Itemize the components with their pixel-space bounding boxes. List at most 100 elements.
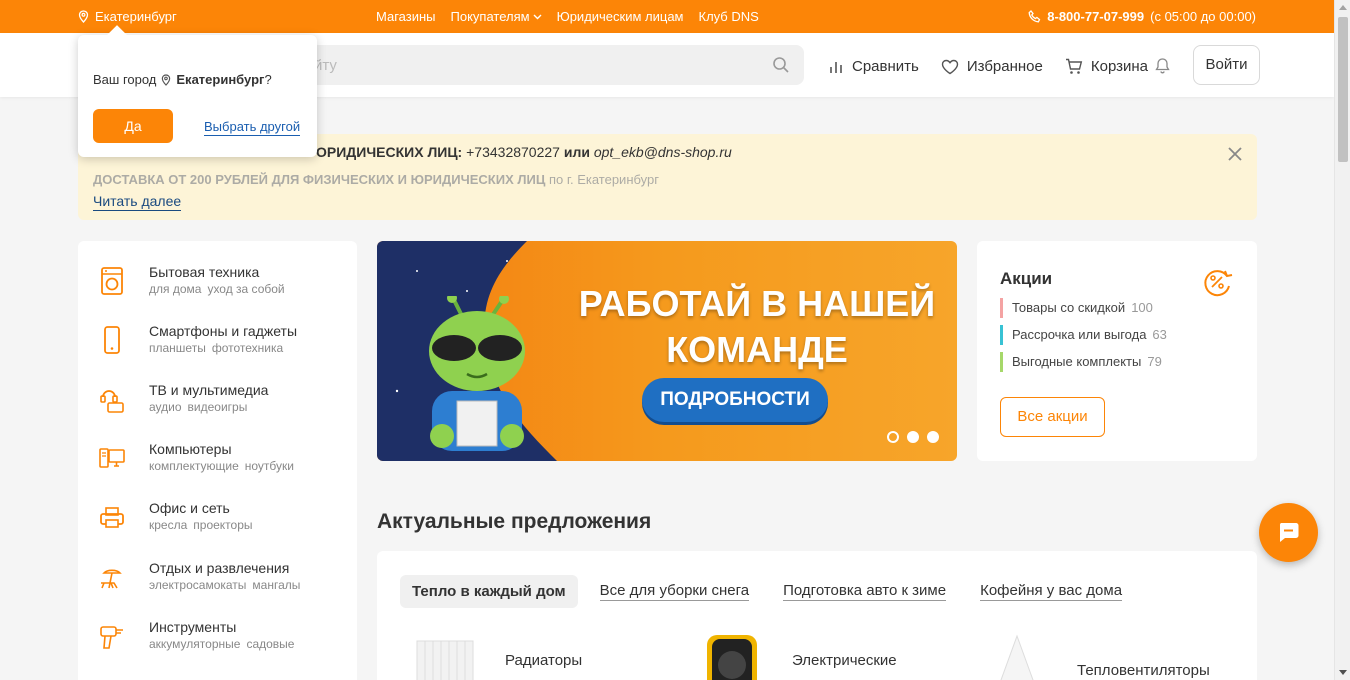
read-more-link[interactable]: Читать далее bbox=[93, 193, 182, 211]
catalog-item-smartphones[interactable]: Смартфоны и гаджеты планшеты фототехника bbox=[98, 322, 348, 372]
heat-gun-image bbox=[707, 635, 757, 680]
nav-legal[interactable]: Юридическим лицам bbox=[557, 9, 684, 24]
offers-panel: Тепло в каждый дом Все для уборки снега … bbox=[377, 551, 1257, 680]
city-question-city: Екатеринбург bbox=[176, 72, 265, 87]
close-icon[interactable] bbox=[1227, 146, 1243, 162]
catalog-item-office[interactable]: Офис и сеть кресла проекторы bbox=[98, 499, 348, 549]
catalog-sub[interactable]: фототехника bbox=[212, 341, 283, 355]
banner-title-line-1: РАБОТАЙ В НАШЕЙ bbox=[578, 283, 936, 324]
favorites-label: Избранное bbox=[966, 58, 1043, 75]
product-fan-heaters[interactable]: Тепловентиляторы bbox=[977, 631, 1210, 680]
catalog-sub[interactable]: планшеты bbox=[149, 341, 206, 355]
promo-count: 100 bbox=[1131, 300, 1153, 315]
promo-marker bbox=[1000, 298, 1003, 318]
top-nav: Магазины Покупателям Юридическим лицам К… bbox=[376, 9, 759, 24]
catalog-item-title: Отдых и развлечения bbox=[149, 560, 290, 576]
catalog-sub[interactable]: садовые bbox=[246, 637, 294, 651]
nav-stores[interactable]: Магазины bbox=[376, 9, 436, 24]
chevron-down-icon bbox=[533, 14, 542, 19]
promo-count: 63 bbox=[1152, 327, 1167, 342]
catalog-sub[interactable]: видеоигры bbox=[188, 400, 248, 414]
top-bar: Екатеринбург Магазины Покупателям Юридич… bbox=[0, 0, 1334, 33]
product-heat-guns[interactable]: Электрические bbox=[692, 631, 897, 680]
washing-machine-icon bbox=[101, 267, 123, 295]
catalog-item-title: Офис и сеть bbox=[149, 500, 230, 516]
tv-multimedia-icon bbox=[100, 390, 124, 413]
carousel-dot[interactable] bbox=[907, 431, 919, 443]
scroll-thumb[interactable] bbox=[1338, 17, 1348, 162]
promo-discount[interactable]: Товары со скидкой 100 bbox=[1000, 298, 1153, 318]
offers-title: Актуальные предложения bbox=[377, 510, 652, 533]
scroll-down-arrow[interactable] bbox=[1339, 670, 1347, 675]
tab-coffee[interactable]: Кофейня у вас дома bbox=[980, 582, 1123, 601]
product-radiators[interactable]: Радиаторы bbox=[405, 631, 582, 680]
all-promotions-button[interactable]: Все акции bbox=[1000, 397, 1105, 437]
promo-installment[interactable]: Рассрочка или выгода 63 bbox=[1000, 325, 1167, 345]
search-icon[interactable] bbox=[772, 56, 790, 74]
phone-hours: (с 05:00 до 00:00) bbox=[1150, 9, 1256, 24]
carousel-dot[interactable] bbox=[887, 431, 899, 443]
catalog-item-computers[interactable]: Компьютеры комплектующие ноутбуки bbox=[98, 440, 348, 490]
bell-icon[interactable] bbox=[1155, 57, 1170, 74]
city-confirm-popup: Ваш город Екатеринбург? Да Выбрать друго… bbox=[78, 35, 317, 157]
search-input[interactable]: йту bbox=[270, 45, 804, 85]
city-selector[interactable]: Екатеринбург bbox=[78, 9, 177, 24]
promo-banner[interactable]: РАБОТАЙ В НАШЕЙ КОМАНДЕ ПОДРОБНОСТИ bbox=[377, 241, 957, 461]
leisure-icon bbox=[101, 569, 122, 589]
catalog-sub[interactable]: уход за собой bbox=[207, 282, 284, 296]
location-pin-icon bbox=[162, 73, 171, 86]
city-question-prefix: Ваш город bbox=[93, 72, 157, 87]
confirm-city-button[interactable]: Да bbox=[93, 109, 173, 143]
promo-marker bbox=[1000, 325, 1003, 345]
catalog-sub[interactable]: проекторы bbox=[193, 518, 252, 532]
product-name: Радиаторы bbox=[505, 652, 583, 669]
chat-button[interactable] bbox=[1259, 503, 1318, 562]
notice-legal-label: ОРИДИЧЕСКИХ ЛИЦ: bbox=[316, 144, 463, 160]
banner-details-button[interactable]: ПОДРОБНОСТИ bbox=[642, 378, 828, 422]
fan-heater-image bbox=[1000, 634, 1034, 680]
catalog-sub[interactable]: комплектующие bbox=[149, 459, 239, 473]
cart-button[interactable]: Корзина bbox=[1065, 58, 1148, 75]
notice-or: или bbox=[563, 144, 590, 160]
tab-warm-home[interactable]: Тепло в каждый дом bbox=[400, 575, 578, 608]
discount-icon bbox=[1204, 270, 1233, 297]
tab-car-winter[interactable]: Подготовка авто к зиме bbox=[783, 582, 947, 601]
cart-icon bbox=[1065, 58, 1083, 74]
compare-button[interactable]: Сравнить bbox=[828, 58, 919, 75]
catalog-sub[interactable]: аудио bbox=[149, 400, 182, 414]
favorites-button[interactable]: Избранное bbox=[941, 58, 1043, 75]
header-actions: Сравнить Избранное Корзина bbox=[828, 58, 1170, 75]
catalog-sub[interactable]: электросамокаты bbox=[149, 578, 246, 592]
page-scrollbar[interactable] bbox=[1334, 0, 1350, 680]
banner-title-line-2: КОМАНДЕ bbox=[666, 329, 848, 370]
carousel-dot[interactable] bbox=[927, 431, 939, 443]
phone-block[interactable]: 8-800-77-07-999 (с 05:00 до 00:00) bbox=[1028, 9, 1256, 24]
catalog-item-tv[interactable]: ТВ и мультимедиа аудио видеоигры bbox=[98, 381, 348, 431]
catalog-item-leisure[interactable]: Отдых и развлечения электросамокаты мангал… bbox=[98, 559, 348, 609]
scroll-up-arrow[interactable] bbox=[1339, 5, 1347, 10]
catalog-sub[interactable]: для дома bbox=[149, 282, 201, 296]
catalog-item-title: ТВ и мультимедиа bbox=[149, 382, 269, 398]
catalog-item-appliances[interactable]: Бытовая техника для дома уход за собой bbox=[98, 263, 348, 313]
login-button[interactable]: Войти bbox=[1193, 45, 1260, 85]
choose-other-city-link[interactable]: Выбрать другой bbox=[204, 119, 301, 136]
banner-title: РАБОТАЙ В НАШЕЙ КОМАНДЕ bbox=[547, 281, 957, 373]
nav-club[interactable]: Клуб DNS bbox=[699, 9, 759, 24]
catalog-item-title: Инструменты bbox=[149, 619, 237, 635]
notice-email: opt_ekb@dns-shop.ru bbox=[593, 144, 732, 160]
promotions-card: Акции Товары со скидкой 100 Рассрочка или… bbox=[977, 241, 1257, 461]
catalog-sub[interactable]: ноутбуки bbox=[245, 459, 294, 473]
promo-bundles[interactable]: Выгодные комплекты 79 bbox=[1000, 352, 1162, 372]
carousel-dots bbox=[887, 431, 939, 443]
promotions-title: Акции bbox=[1000, 269, 1053, 288]
tab-snow-cleaning[interactable]: Все для уборки снега bbox=[599, 582, 750, 601]
notice-line-1: ОРИДИЧЕСКИХ ЛИЦ: +73432870227 или opt_ek… bbox=[316, 144, 732, 160]
cart-label: Корзина bbox=[1090, 58, 1149, 75]
search-placeholder: йту bbox=[314, 57, 337, 74]
catalog-sub[interactable]: аккумуляторные bbox=[149, 637, 240, 651]
catalog-sub[interactable]: кресла bbox=[149, 518, 187, 532]
nav-buyers[interactable]: Покупателям bbox=[451, 9, 542, 24]
catalog-item-tools[interactable]: Инструменты аккумуляторные садовые bbox=[98, 618, 348, 668]
notice-delivery-bold: ДОСТАВКА ОТ 200 РУБЛЕЙ ДЛЯ ФИЗИЧЕСКИХ И … bbox=[93, 172, 546, 187]
catalog-sub[interactable]: мангалы bbox=[252, 578, 300, 592]
